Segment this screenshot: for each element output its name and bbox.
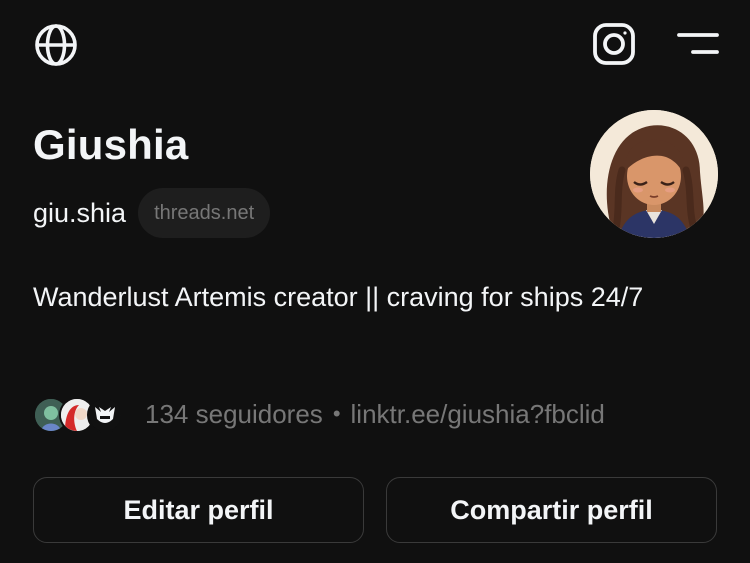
- profile-username: giu.shia: [33, 197, 127, 228]
- username-row: giu.shia threads.net: [33, 188, 271, 238]
- profile-link[interactable]: linktr.ee/giushia?fbclid: [351, 399, 605, 430]
- profile-bio: Wanderlust Artemis creator || craving fo…: [33, 282, 644, 312]
- threads-domain-badge[interactable]: threads.net: [138, 188, 271, 238]
- globe-icon[interactable]: [32, 22, 80, 68]
- follower-avatars[interactable]: [33, 395, 129, 433]
- followers-count[interactable]: 134 seguidores: [145, 399, 323, 430]
- edit-profile-button[interactable]: Editar perfil: [33, 477, 364, 543]
- separator-dot: •: [332, 401, 341, 426]
- profile-avatar[interactable]: [590, 110, 718, 238]
- followers-row: 134 seguidores • linktr.ee/giushia?fbcli…: [33, 392, 605, 436]
- profile-display-name: Giushia: [33, 121, 189, 168]
- follower-avatar: [87, 397, 123, 433]
- menu-icon[interactable]: [676, 28, 720, 60]
- share-profile-button[interactable]: Compartir perfil: [386, 477, 717, 543]
- instagram-icon[interactable]: [590, 20, 638, 68]
